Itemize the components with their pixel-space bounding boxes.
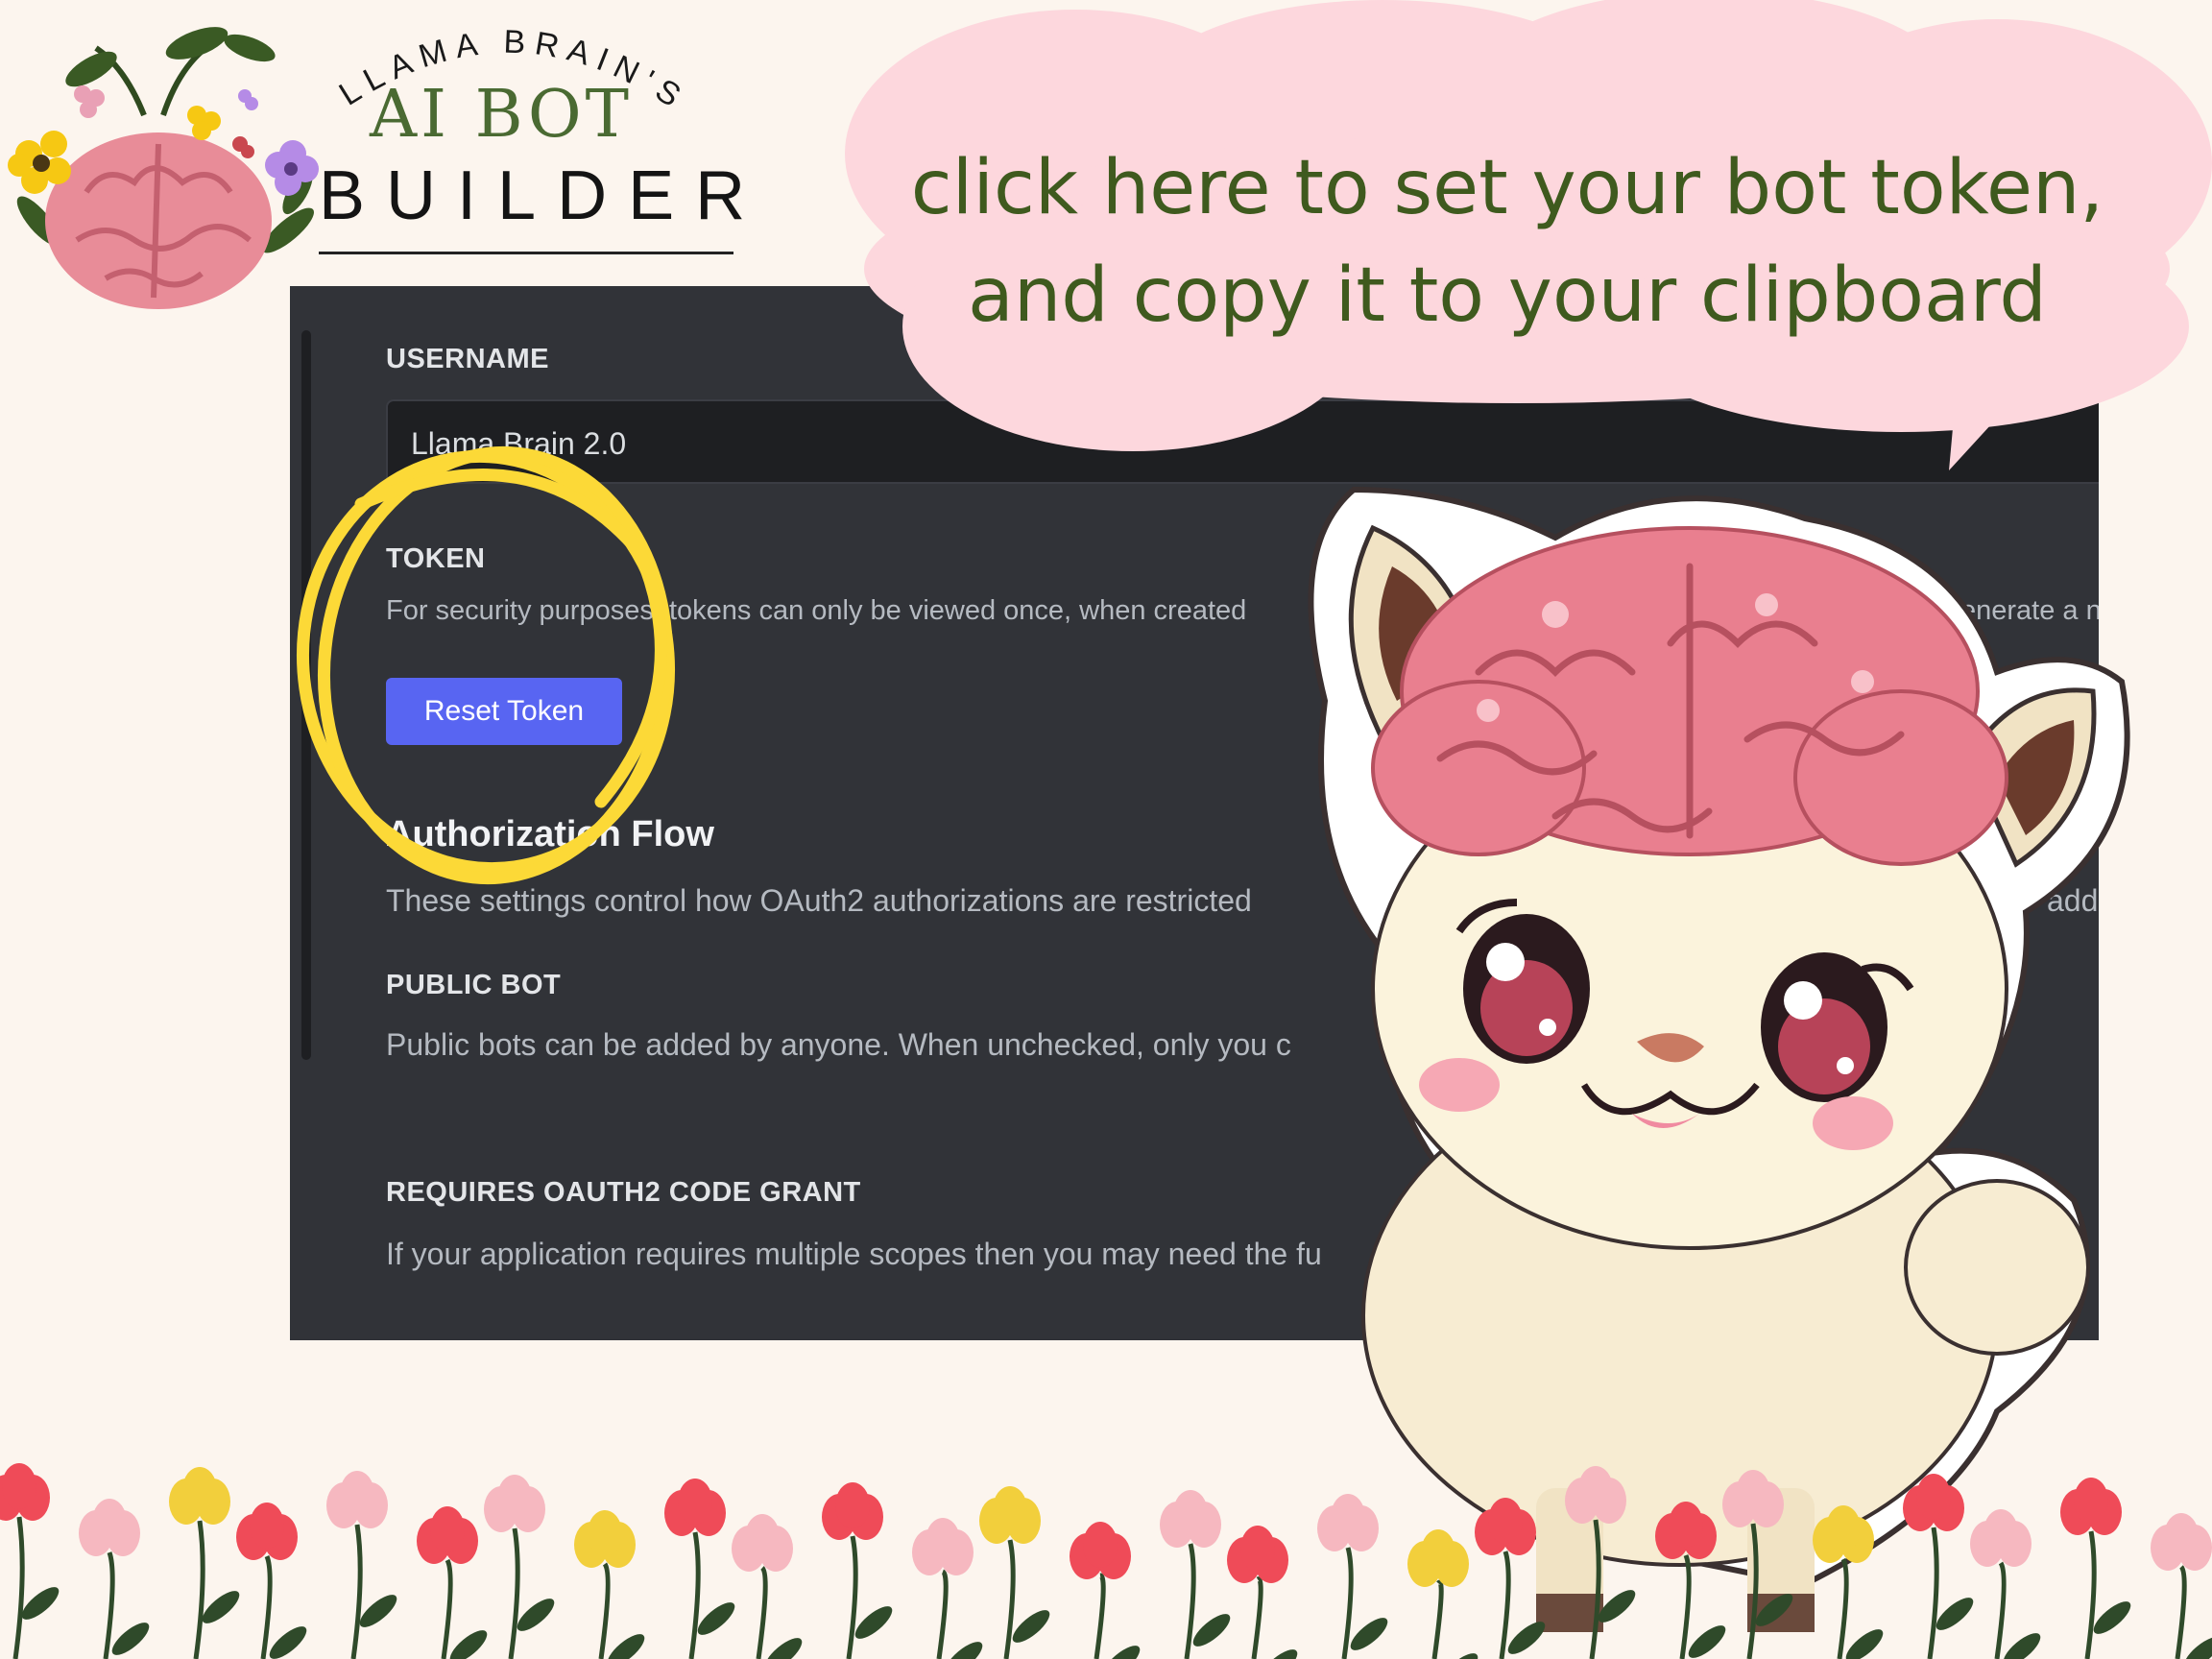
public-bot-label: PUBLIC BOT — [386, 970, 562, 1000]
brain-flower-icon — [8, 27, 319, 309]
flower — [1722, 1470, 1793, 1659]
logo-builder: BUILDER — [319, 157, 767, 234]
flower — [732, 1514, 803, 1659]
flower — [0, 1463, 60, 1659]
flower — [664, 1479, 735, 1659]
flower — [1813, 1505, 1884, 1659]
flower — [417, 1506, 488, 1659]
flower — [484, 1475, 555, 1659]
flower — [1407, 1529, 1479, 1659]
flower — [1227, 1526, 1298, 1659]
logo-divider — [319, 252, 733, 254]
flower — [979, 1486, 1050, 1659]
flower — [1070, 1522, 1141, 1659]
authorization-flow-description: These settings control how OAuth2 author… — [386, 883, 1252, 918]
flower — [574, 1510, 645, 1659]
logo-ai-bot: AI BOT — [370, 77, 633, 153]
callout-line-2: and copy it to your clipboard — [968, 252, 2047, 339]
logo: LLAMA BRAIN'S AI BOT BUILDER — [0, 0, 749, 317]
flower — [1317, 1494, 1388, 1659]
flower — [2060, 1478, 2131, 1659]
flower — [1475, 1498, 1546, 1659]
flower — [1970, 1509, 2041, 1659]
flower — [822, 1482, 893, 1659]
flower — [236, 1503, 307, 1659]
public-bot-description: Public bots can be added by anyone. When… — [386, 1027, 1291, 1062]
highlight-circle — [296, 445, 676, 885]
flower — [326, 1471, 397, 1659]
flower — [79, 1499, 150, 1659]
flower — [1565, 1466, 1636, 1659]
flower — [1160, 1490, 1231, 1659]
flower — [169, 1467, 240, 1659]
flower — [1903, 1474, 1974, 1659]
flower-border — [0, 1463, 2212, 1659]
username-label: USERNAME — [386, 344, 549, 374]
code-grant-label: REQUIRES OAUTH2 CODE GRANT — [386, 1177, 861, 1208]
flower — [912, 1518, 983, 1659]
flower — [2151, 1513, 2212, 1659]
callout-text: click here to set your bot token, and co… — [893, 134, 2122, 349]
code-grant-description: If your application requires multiple sc… — [386, 1237, 1322, 1271]
flower — [1655, 1502, 1726, 1659]
callout-line-1: click here to set your bot token, — [910, 145, 2104, 231]
